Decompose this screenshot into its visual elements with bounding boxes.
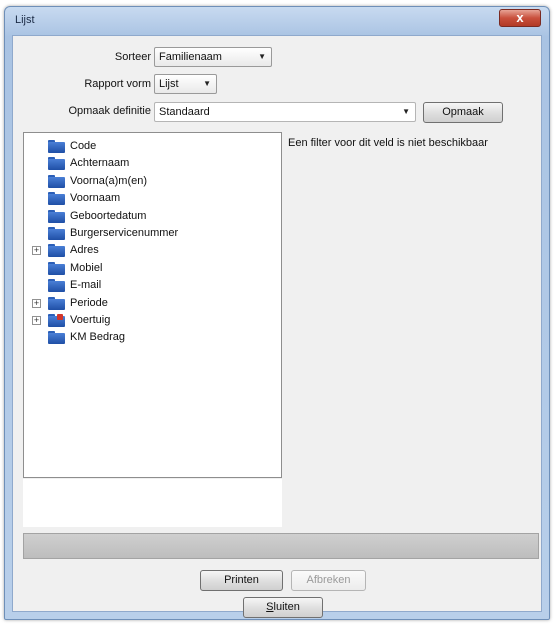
tree-item[interactable]: Mobiel <box>24 260 264 277</box>
tree-item-label: E-mail <box>70 279 102 292</box>
tree-item[interactable]: + Periode <box>24 295 264 312</box>
sluiten-label-rest: luiten <box>273 601 300 613</box>
rapport-vorm-value: Lijst <box>159 78 179 90</box>
title-bar[interactable]: Lijst x <box>5 7 549 35</box>
tree-item[interactable]: Burgerservicenummer <box>24 225 264 242</box>
expand-icon[interactable]: + <box>32 298 41 308</box>
opmaak-definitie-value: Standaard <box>159 106 210 118</box>
tree-item-label: Burgerservicenummer <box>70 227 179 239</box>
tree-item[interactable]: + Adres <box>24 242 264 259</box>
folder-icon <box>48 192 65 206</box>
field-tree[interactable]: Code Achternaam Voorna(a)m(en) Voornaam Gebo… <box>23 132 282 478</box>
tree-item-label: Code <box>70 140 97 152</box>
tree-item-label: KM Bedrag <box>70 331 126 344</box>
tree-item[interactable]: Geboortedatum <box>24 208 264 225</box>
folder-icon <box>48 209 65 223</box>
filter-message: Een filter voor dit veld is niet beschik… <box>288 137 488 149</box>
folder-icon <box>48 140 65 153</box>
dialog-client-area: Sorteer Familienaam ▼ Rapport vorm Lijst… <box>12 35 542 618</box>
rapport-vorm-label: Rapport vorm <box>84 78 151 90</box>
sorteer-label: Sorteer <box>114 51 151 63</box>
chevron-down-icon: ▼ <box>258 52 266 61</box>
folder-icon <box>48 227 65 240</box>
tree-item-label: Voornaam <box>70 192 121 205</box>
tree-item[interactable]: Achternaam <box>24 155 264 172</box>
tree-item[interactable]: Code <box>24 138 264 155</box>
tree-item[interactable]: + Voertuig <box>24 312 264 329</box>
tree-item[interactable]: Voorna(a)m(en) <box>24 173 264 190</box>
rapport-vorm-select[interactable]: Lijst ▼ <box>154 74 217 94</box>
sluiten-mnemonic: S <box>266 601 274 613</box>
tree-filler-area <box>23 479 282 527</box>
status-bar <box>23 533 539 559</box>
folder-icon <box>48 279 65 293</box>
folder-icon <box>48 261 65 275</box>
afbreken-button[interactable]: Afbreken <box>291 570 366 591</box>
folder-icon <box>48 174 65 188</box>
close-button[interactable]: x <box>499 9 541 27</box>
dialog-window: Lijst x Sorteer Familienaam ▼ Rapport vo… <box>4 6 550 620</box>
tree-item-label: Mobiel <box>70 261 103 274</box>
tree-item-label: Voorna(a)m(en) <box>70 174 148 187</box>
chevron-down-icon: ▼ <box>402 107 410 116</box>
sorteer-value: Familienaam <box>159 51 222 63</box>
opmaak-definitie-label: Opmaak definitie <box>68 105 151 117</box>
tree-item[interactable]: Voornaam <box>24 190 264 207</box>
folder-icon <box>48 244 65 258</box>
opmaak-button[interactable]: Opmaak <box>423 102 503 123</box>
tree-item[interactable]: E-mail <box>24 277 264 294</box>
folder-marked-icon <box>48 314 65 327</box>
tree-item-label: Adres <box>70 244 99 257</box>
printen-button[interactable]: Printen <box>200 570 283 591</box>
filter-pane: Een filter voor dit veld is niet beschik… <box>283 132 539 527</box>
tree-item-label: Achternaam <box>70 157 130 170</box>
folder-icon <box>48 296 65 310</box>
expand-icon[interactable]: + <box>32 316 41 325</box>
opmaak-definitie-select[interactable]: Standaard ▼ <box>154 102 416 122</box>
window-title: Lijst <box>15 14 35 26</box>
tree-item-label: Geboortedatum <box>70 209 147 222</box>
folder-icon <box>48 331 65 345</box>
chevron-down-icon: ▼ <box>203 79 211 88</box>
sluiten-button[interactable]: Sluiten <box>243 597 323 618</box>
sorteer-select[interactable]: Familienaam ▼ <box>154 47 272 67</box>
folder-icon <box>48 157 65 171</box>
tree-item-label: Periode <box>70 296 108 309</box>
expand-icon[interactable]: + <box>32 246 41 256</box>
tree-item[interactable]: KM Bedrag <box>24 329 264 346</box>
tree-item-label: Voertuig <box>70 314 111 326</box>
